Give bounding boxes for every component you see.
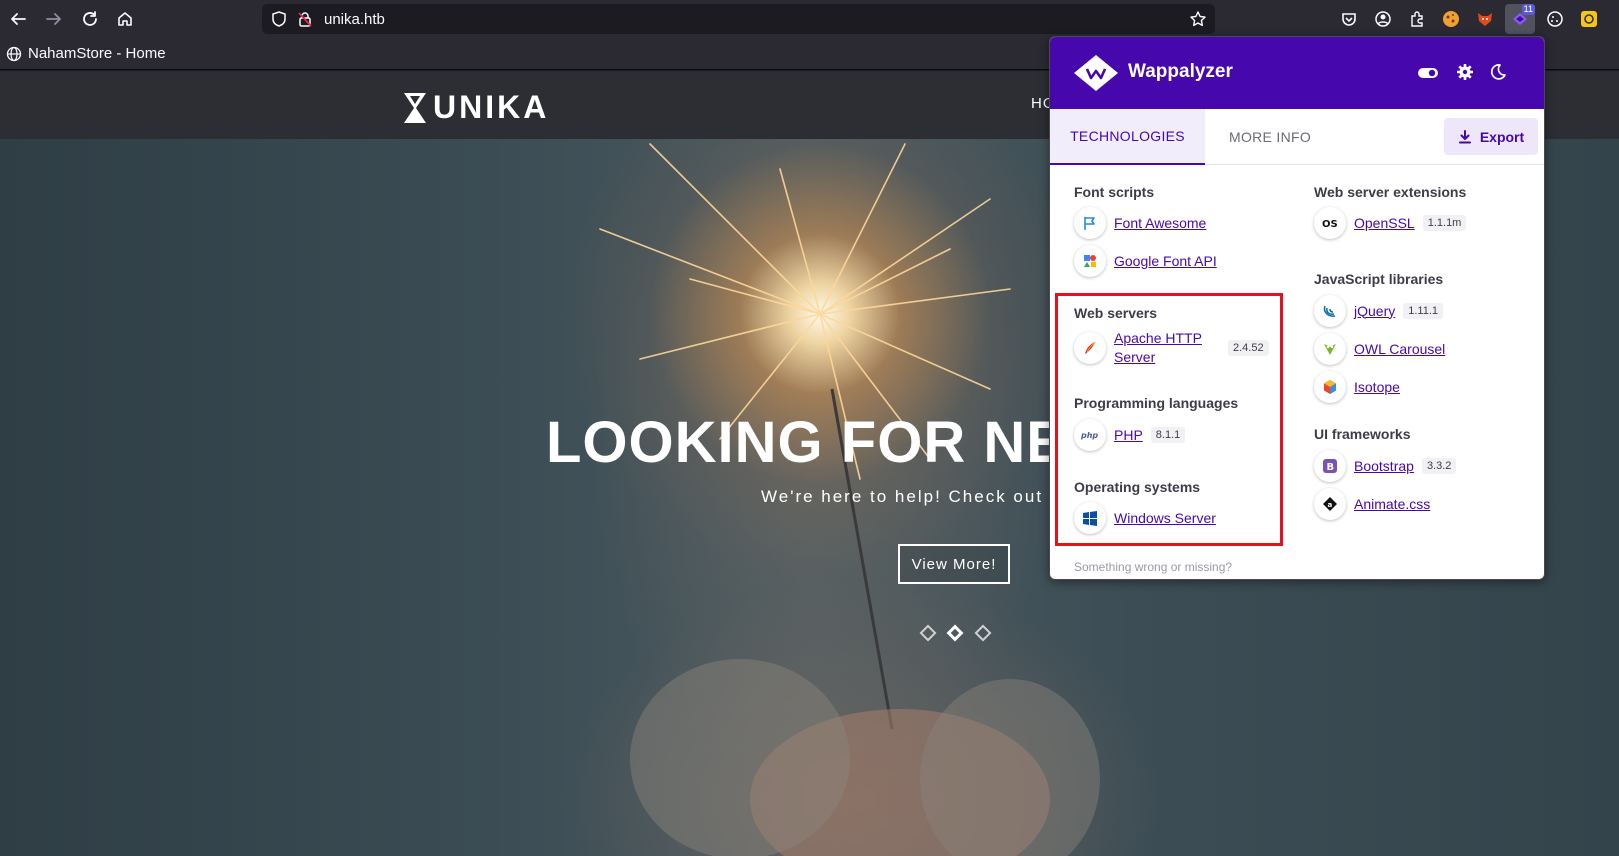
owl-carousel-icon <box>1314 333 1346 365</box>
lock-icon[interactable] <box>296 10 314 28</box>
tech-name[interactable]: OpenSSL <box>1354 214 1415 233</box>
tech-version: 1.11.1 <box>1403 303 1444 319</box>
tech-name[interactable]: PHP <box>1114 426 1143 445</box>
category-ui-frameworks: UI frameworks <box>1314 426 1411 442</box>
wappalyzer-tabs: TECHNOLOGIES MORE INFO Export <box>1050 109 1544 165</box>
tech-name[interactable]: Google Font API <box>1114 252 1217 271</box>
category-operating-systems: Operating systems <box>1074 479 1201 495</box>
foxyproxy-icon[interactable] <box>1473 7 1497 31</box>
back-button[interactable] <box>5 6 31 32</box>
tech-isotope[interactable]: Isotope <box>1314 371 1400 403</box>
tab-more-info[interactable]: MORE INFO <box>1205 109 1335 165</box>
tab-technologies[interactable]: TECHNOLOGIES <box>1050 109 1205 165</box>
reload-button[interactable] <box>77 6 103 32</box>
svg-text:php: php <box>1080 431 1098 440</box>
tech-windows-server[interactable]: Windows Server <box>1074 502 1216 534</box>
home-icon <box>118 12 132 26</box>
shield-icon[interactable] <box>270 10 288 28</box>
tech-name[interactable]: Font Awesome <box>1114 214 1206 233</box>
logo-text: UNIKA <box>433 89 550 125</box>
tech-version: 1.1.1m <box>1422 215 1467 231</box>
font-awesome-icon <box>1074 207 1106 239</box>
url-bar[interactable]: unika.htb <box>262 4 1215 34</box>
moon-icon[interactable] <box>1489 63 1507 81</box>
tech-name-line2: Server <box>1114 349 1156 365</box>
browser-toolbar: unika.htb 11 <box>0 0 1619 38</box>
forward-button[interactable] <box>41 6 67 32</box>
settings-gear-icon[interactable] <box>1456 63 1474 81</box>
hero-subtitle: We're here to help! Check out ou <box>761 487 1073 506</box>
bookmark-label: NahamStore - Home <box>28 45 166 62</box>
tech-name[interactable]: Isotope <box>1354 378 1400 397</box>
footer-hint-link[interactable]: Something wrong or missing? <box>1074 560 1232 574</box>
note-extension-icon[interactable] <box>1577 7 1601 31</box>
download-icon <box>1458 129 1471 143</box>
tech-name[interactable]: Animate.css <box>1354 495 1430 514</box>
star-icon[interactable] <box>1189 10 1207 28</box>
arrow-left-icon <box>11 13 26 25</box>
bookmark-nahamstore[interactable]: NahamStore - Home <box>6 45 166 62</box>
tech-name[interactable]: OWL Carousel <box>1354 340 1445 359</box>
tech-google-font-api[interactable]: Google Font API <box>1074 245 1217 277</box>
wappalyzer-title: Wappalyzer <box>1128 61 1233 82</box>
bootstrap-icon: B <box>1314 450 1346 482</box>
windows-icon <box>1074 502 1106 534</box>
extensions-puzzle-icon[interactable] <box>1405 7 1429 31</box>
site-logo[interactable]: UNIKA <box>403 89 549 126</box>
jquery-icon <box>1314 295 1346 327</box>
reload-icon <box>83 11 97 26</box>
globe-icon <box>6 46 22 61</box>
wappalyzer-popup: Wappalyzer TECHNOLOGIES MORE INFO Export… <box>1049 36 1545 580</box>
arrow-right-icon <box>46 13 61 25</box>
animate-css-icon: a <box>1314 488 1346 520</box>
category-web-servers: Web servers <box>1074 305 1158 321</box>
extension-badge: 11 <box>1521 4 1535 15</box>
wappalyzer-extension-button[interactable]: 11 <box>1505 4 1535 34</box>
tech-font-awesome[interactable]: Font Awesome <box>1074 207 1206 239</box>
category-web-server-extensions: Web server extensions <box>1314 184 1467 200</box>
tech-version: 8.1.1 <box>1150 427 1186 443</box>
url-text[interactable]: unika.htb <box>324 11 385 28</box>
tech-name[interactable]: Bootstrap <box>1354 457 1414 476</box>
cookie-icon[interactable] <box>1543 7 1567 31</box>
category-javascript-libraries: JavaScript libraries <box>1314 271 1444 287</box>
tech-jquery[interactable]: jQuery 1.11.1 <box>1314 295 1444 327</box>
svg-text:B: B <box>1327 462 1335 473</box>
wappalyzer-header: Wappalyzer <box>1050 37 1544 109</box>
view-more-button[interactable]: View More! <box>898 544 1010 584</box>
pocket-icon[interactable] <box>1337 7 1361 31</box>
home-button[interactable] <box>112 6 138 32</box>
svg-text:OS: OS <box>1322 219 1338 229</box>
tech-owl-carousel[interactable]: OWL Carousel <box>1314 333 1445 365</box>
wappalyzer-logo-icon <box>1074 55 1118 91</box>
google-fonts-icon <box>1074 245 1106 277</box>
hourglass-logo-icon <box>404 92 426 123</box>
toggle-switch-icon[interactable] <box>1417 66 1439 80</box>
tech-bootstrap[interactable]: B Bootstrap 3.3.2 <box>1314 450 1457 482</box>
apache-feather-icon <box>1074 332 1106 364</box>
tech-name-line1: Apache HTTP <box>1114 330 1202 346</box>
tech-name[interactable]: Windows Server <box>1114 509 1216 528</box>
tech-name[interactable]: jQuery <box>1354 302 1395 321</box>
tech-php[interactable]: php PHP 8.1.1 <box>1074 419 1186 451</box>
tech-version: 2.4.52 <box>1228 340 1269 356</box>
hero-title: LOOKING FOR NEW <box>546 410 1122 475</box>
account-icon[interactable] <box>1371 7 1395 31</box>
cookie-extension-icon[interactable] <box>1439 7 1463 31</box>
tech-version: 3.3.2 <box>1421 458 1457 474</box>
export-label: Export <box>1479 128 1525 145</box>
export-button[interactable]: Export <box>1444 118 1538 155</box>
php-icon: php <box>1074 419 1106 451</box>
svg-text:a: a <box>1328 501 1333 509</box>
tech-apache-http-server[interactable]: Apache HTTP Server 2.4.52 <box>1074 329 1269 367</box>
tech-openssl[interactable]: OS OpenSSL 1.1.1m <box>1314 207 1467 239</box>
category-programming-languages: Programming languages <box>1074 395 1239 411</box>
openssl-icon: OS <box>1314 207 1346 239</box>
tech-animate-css[interactable]: a Animate.css <box>1314 488 1430 520</box>
tech-name[interactable]: Apache HTTP Server <box>1114 329 1224 367</box>
isotope-icon <box>1314 371 1346 403</box>
category-font-scripts: Font scripts <box>1074 184 1155 200</box>
